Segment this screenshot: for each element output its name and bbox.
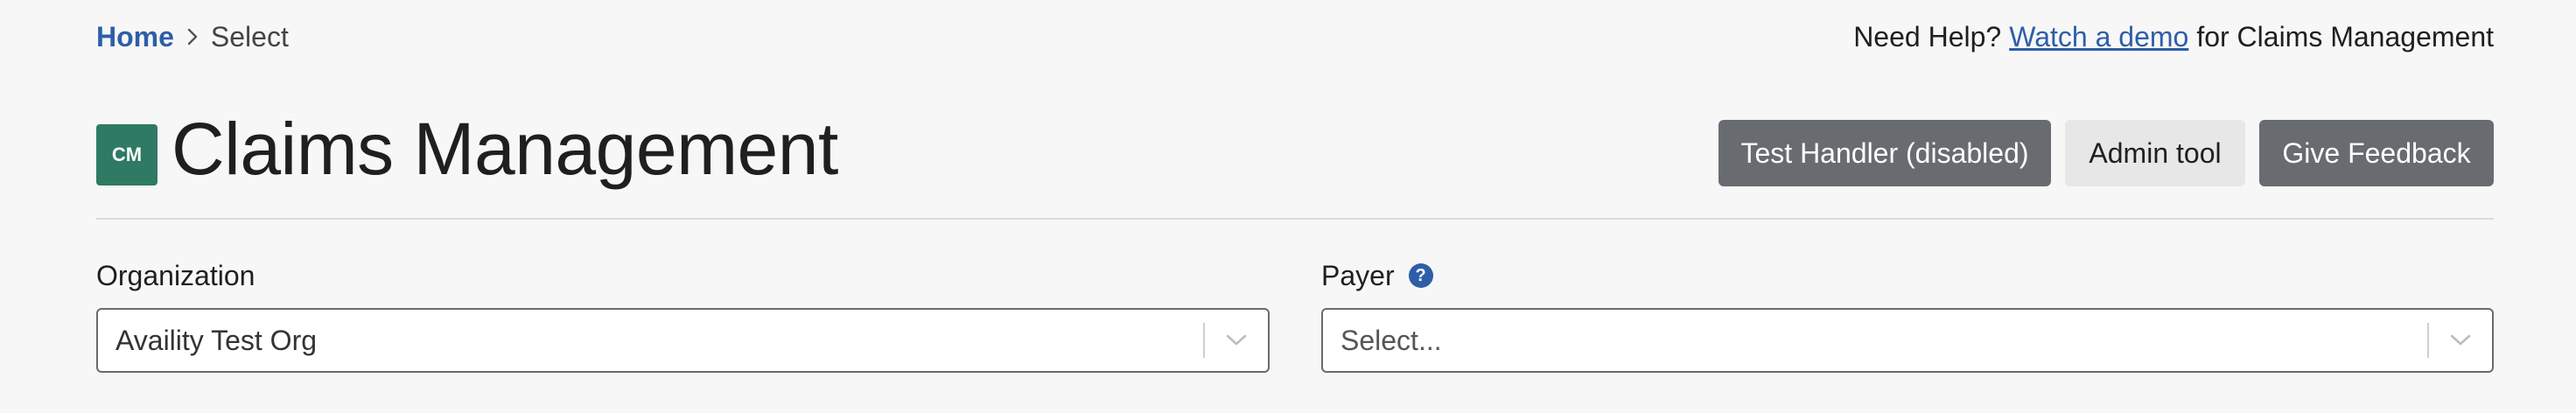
chevron-right-icon [186, 27, 199, 46]
page-title: Claims Management [172, 108, 838, 190]
help-text: Need Help? Watch a demo for Claims Manag… [1853, 18, 2494, 56]
help-suffix: for Claims Management [2196, 21, 2494, 52]
test-handler-button[interactable]: Test Handler (disabled) [1718, 120, 2051, 186]
watch-demo-link[interactable]: Watch a demo [2009, 18, 2188, 56]
header-actions: Test Handler (disabled) Admin tool Give … [1718, 120, 2494, 186]
breadcrumb-home-link[interactable]: Home [96, 18, 174, 56]
claims-management-page: Home Select Need Help? Watch a demo for … [0, 0, 2576, 413]
help-prefix: Need Help? [1853, 21, 2002, 52]
chevron-down-icon[interactable] [2429, 310, 2492, 371]
organization-label-text: Organization [96, 259, 256, 291]
organization-field: Organization Availity Test Org [96, 256, 1270, 373]
question-circle-icon[interactable]: ? [1408, 263, 1433, 288]
admin-tool-button[interactable]: Admin tool [2065, 120, 2245, 186]
organization-select-value: Availity Test Org [116, 324, 318, 356]
payer-label: Payer ? [1321, 256, 2494, 296]
give-feedback-button[interactable]: Give Feedback [2259, 120, 2494, 186]
chevron-down-icon[interactable] [1205, 310, 1268, 371]
header-divider [96, 218, 2494, 220]
breadcrumb: Home Select [96, 18, 289, 56]
breadcrumb-current: Select [210, 21, 289, 52]
payer-label-text: Payer [1321, 259, 1395, 291]
payer-field: Payer ? Select... [1321, 256, 2494, 373]
organization-label: Organization [96, 256, 1270, 296]
app-logo: CM [96, 124, 158, 186]
payer-select[interactable]: Select... [1321, 308, 2494, 373]
organization-select[interactable]: Availity Test Org [96, 308, 1270, 373]
payer-select-placeholder: Select... [1340, 324, 1442, 356]
